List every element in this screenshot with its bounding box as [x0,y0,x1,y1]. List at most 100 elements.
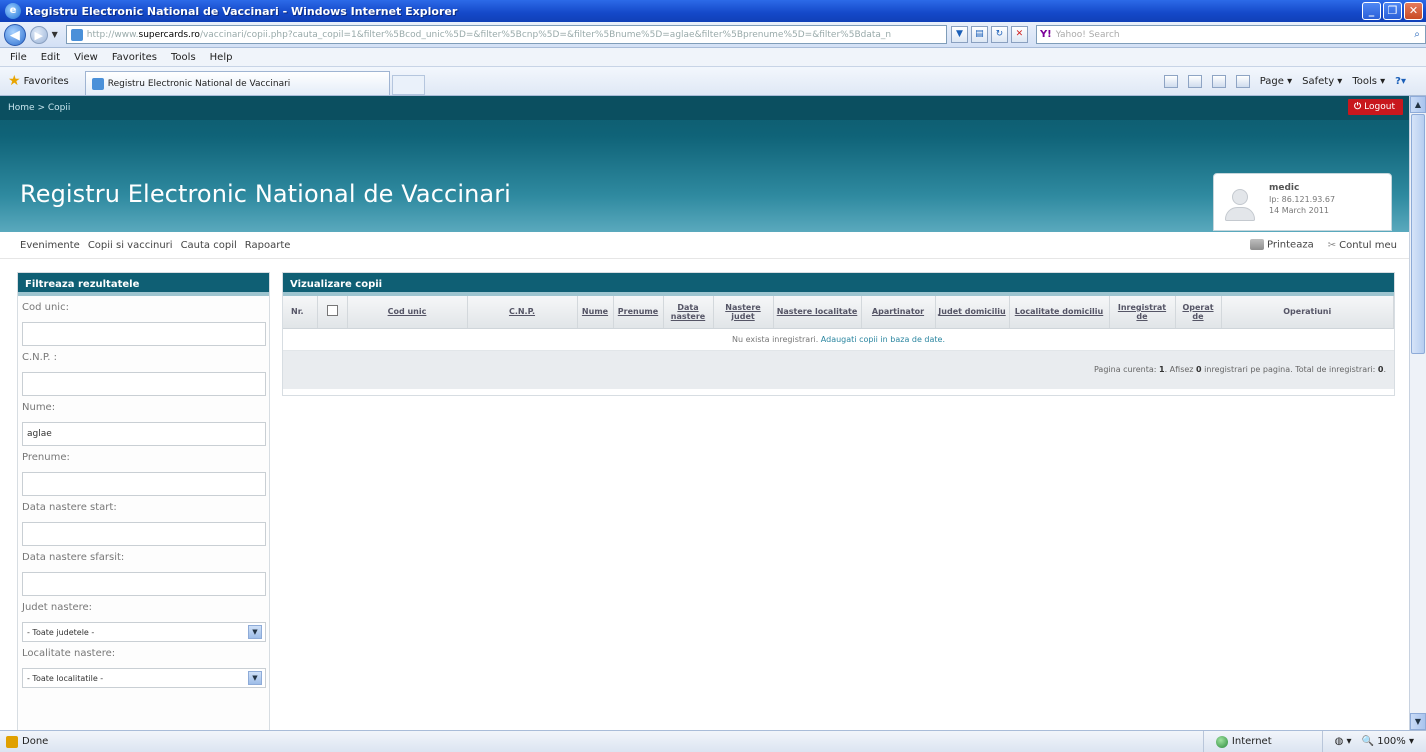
close-button[interactable]: ✕ [1404,2,1423,20]
menu-tools[interactable]: Tools [171,52,196,63]
col-cnp[interactable]: C.N.P. [467,296,578,329]
zoom-control[interactable]: ◍ ▾ 🔍 100% ▾ [1321,731,1426,752]
zoom-level[interactable]: 🔍 100% ▾ [1362,736,1414,747]
browser-tab[interactable]: Registru Electronic National de Vaccinar… [84,71,390,95]
feeds-icon[interactable] [1187,74,1202,88]
children-table: Nr. Cod unic C.N.P. Nume Prenume Data na… [283,296,1394,329]
power-icon: ⏻ [1354,102,1362,112]
cnp-label: C.N.P. : [22,352,58,363]
site-header: Home > Copii ⏻ Logout Registru Electronic… [0,96,1409,232]
col-operatiuni: Operatiuni [1221,296,1394,329]
help-icon[interactable]: ?▾ [1395,76,1406,87]
col-localitate-domiciliu[interactable]: Localitate domiciliu [1009,296,1110,329]
nav-item-rapoarte[interactable]: Rapoarte [245,240,291,251]
compatibility-view-button[interactable]: ▤ [970,26,988,43]
menu-view[interactable]: View [74,52,98,63]
judet-nastere-selected: - Toate judetele - [27,627,95,637]
col-operat-de[interactable]: Operat de [1175,296,1222,329]
minimize-button[interactable]: _ [1362,2,1381,20]
col-prenume[interactable]: Prenume [613,296,664,329]
col-nastere-judet[interactable]: Nastere judet [713,296,774,329]
window-title: Registru Electronic National de Vaccinar… [25,4,458,18]
tools-icon: ✂ [1327,239,1337,251]
table-header-row: Nr. Cod unic C.N.P. Nume Prenume Data na… [283,296,1394,329]
done-warning-icon [6,735,18,748]
page-menu[interactable]: Page ▾ [1260,76,1292,87]
favorites-star-icon[interactable]: ★ [8,73,21,89]
data-nastere-sfarsit-input[interactable] [22,572,266,596]
scroll-down-arrow-icon[interactable]: ▼ [1410,713,1426,730]
user-name: medic [1269,183,1300,193]
data-nastere-start-input[interactable] [22,522,266,546]
page-icon [70,28,83,41]
col-inregistrat-de[interactable]: Inregistrat de [1109,296,1176,329]
data-nastere-sfarsit-label: Data nastere sfarsit: [22,552,125,563]
back-button[interactable]: ◀ [4,23,26,46]
url-dropdown-button[interactable]: ▼ [950,26,968,43]
security-zone[interactable]: Internet [1202,731,1322,752]
printer-icon [1250,239,1265,251]
refresh-button[interactable]: ↻ [990,26,1008,43]
stop-button[interactable]: ✕ [1010,26,1028,43]
pager: Pagina curenta: 1. Afisez 0 inregistrari… [283,350,1394,389]
forward-button[interactable]: ▶ [29,25,48,44]
search-field[interactable]: Y! Yahoo! Search ⌕ [1035,25,1426,44]
mail-icon[interactable] [1211,74,1226,88]
home-icon[interactable] [1163,74,1178,88]
history-dropdown-icon[interactable]: ▼ [52,30,58,39]
scroll-up-arrow-icon[interactable]: ▲ [1410,96,1426,113]
menu-help[interactable]: Help [210,52,233,63]
col-cod-unic[interactable]: Cod unic [347,296,468,329]
top-strip: Home > Copii [0,96,1409,120]
pager-end: . [1383,364,1386,374]
cnp-input[interactable] [22,372,266,396]
menu-favorites[interactable]: Favorites [112,52,157,63]
url-field[interactable]: http://www. supercards.ro/vaccinari/copii… [65,25,947,44]
col-nume[interactable]: Nume [577,296,614,329]
col-judet-domiciliu[interactable]: Judet domiciliu [935,296,1010,329]
nav-item-cauta-copil[interactable]: Cauta copil [181,240,237,251]
children-panel: Vizualizare copii Nr. Cod unic C.N.P. Nu… [282,272,1395,396]
localitate-nastere-select[interactable]: - Toate localitatile - ▼ [22,668,266,688]
select-all-checkbox[interactable] [326,305,338,317]
account-link[interactable]: ✂ Contul meu [1328,240,1397,251]
command-bar: Page ▾ Safety ▾ Tools ▾ ?▾ [1163,74,1426,88]
cod-unic-input[interactable] [22,322,266,346]
tab-page-icon [91,77,104,90]
empty-text: Nu exista inregistrari. [731,334,819,344]
user-ip: Ip: 86.121.93.67 [1269,195,1336,204]
prenume-input[interactable] [22,472,266,496]
col-apartinator[interactable]: Apartinator [861,296,936,329]
nav-item-evenimente[interactable]: Evenimente [20,240,80,251]
chevron-down-icon[interactable]: ▼ [248,625,262,639]
empty-message: Nu exista inregistrari. Adaugati copii i… [283,329,1394,351]
tools-menu[interactable]: Tools ▾ [1352,76,1385,87]
scrollbar-thumb[interactable] [1411,114,1425,354]
favorites-button[interactable]: Favorites [24,76,69,87]
pager-prefix: Pagina curenta: [1093,364,1157,374]
protected-mode-icon[interactable]: ◍ ▾ [1335,736,1352,747]
print-icon[interactable] [1235,74,1250,88]
safety-menu[interactable]: Safety ▾ [1302,76,1342,87]
chevron-down-icon[interactable]: ▼ [248,671,262,685]
maximize-button[interactable]: ❐ [1383,2,1402,20]
breadcrumb[interactable]: Home > Copii [8,103,70,113]
col-nastere-localitate[interactable]: Nastere localitate [773,296,862,329]
address-bar: ◀ ▶ ▼ http://www. supercards.ro/vaccinari… [0,22,1426,48]
add-children-link[interactable]: Adaugati copii in baza de date. [821,335,945,344]
nume-input[interactable]: aglae [22,422,266,446]
nume-label: Nume: [22,402,56,413]
menu-file[interactable]: File [10,52,27,63]
search-icon[interactable]: ⌕ [1409,29,1425,40]
col-select-all [317,296,348,329]
print-link[interactable]: Printeaza [1250,239,1314,251]
data-nastere-start-label: Data nastere start: [22,502,117,513]
col-data-nastere[interactable]: Data nastere [663,296,714,329]
logout-button[interactable]: ⏻ Logout [1348,99,1403,115]
menu-edit[interactable]: Edit [41,52,60,63]
judet-nastere-select[interactable]: - Toate judetele - ▼ [22,622,266,642]
page-viewport: Home > Copii ⏻ Logout Registru Electronic… [0,96,1409,730]
nav-item-copii-si-vaccinuri[interactable]: Copii si vaccinuri [88,240,173,251]
vertical-scrollbar[interactable]: ▲ ▼ [1409,96,1426,730]
new-tab-button[interactable] [391,75,425,95]
